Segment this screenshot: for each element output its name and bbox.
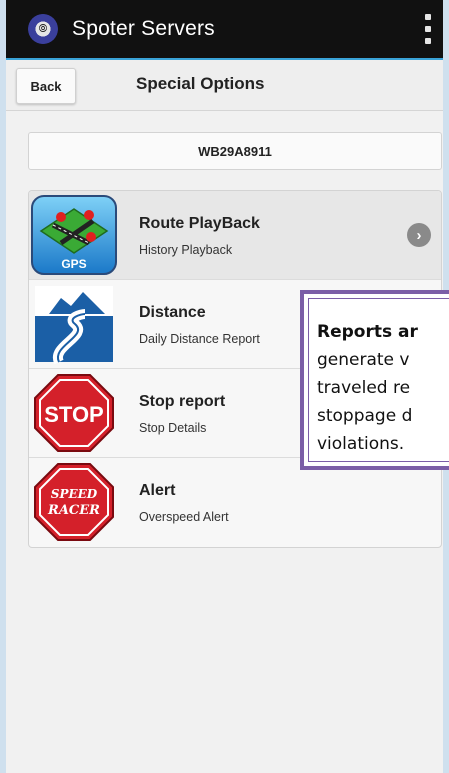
- speed-racer-icon: SPEED RACER: [31, 462, 117, 542]
- racer-icon-label: RACER: [47, 503, 100, 518]
- option-title: Stop report: [139, 393, 226, 410]
- page-title: Special Options: [136, 74, 265, 93]
- option-title: Route PlayBack: [139, 215, 260, 232]
- gps-icon-label: GPS: [61, 257, 86, 271]
- callout-lead: Reports ar: [317, 322, 418, 342]
- app-bar: ⦾ Spoter Servers: [6, 0, 443, 60]
- option-subtitle: Overspeed Alert: [139, 510, 229, 524]
- option-alert[interactable]: SPEED RACER Alert Overspeed Alert: [29, 458, 441, 547]
- stop-icon-label: STOP: [44, 402, 104, 427]
- toolbar: Back Special Options: [6, 60, 443, 111]
- overflow-menu-icon[interactable]: [423, 14, 433, 44]
- back-button[interactable]: Back: [16, 68, 76, 104]
- callout-text: Reports ar generate v traveled re stoppa…: [317, 318, 449, 458]
- option-subtitle: Stop Details: [139, 421, 207, 435]
- option-route-playback[interactable]: GPS Route PlayBack History Playback ›: [29, 191, 441, 280]
- speed-icon-label: SPEED: [51, 487, 98, 501]
- spoter-logo-icon: ⦾: [28, 14, 58, 44]
- callout-line: generate v: [317, 350, 410, 370]
- option-title: Distance: [139, 304, 206, 321]
- road-distance-icon: [31, 284, 117, 365]
- callout-line: violations.: [317, 434, 405, 454]
- gps-map-icon: GPS: [31, 195, 117, 275]
- stop-sign-icon: STOP: [31, 373, 117, 453]
- app-title: Spoter Servers: [72, 17, 215, 40]
- annotation-callout: Reports ar generate v traveled re stoppa…: [300, 290, 449, 470]
- vehicle-number-field[interactable]: WB29A8911: [28, 132, 442, 170]
- callout-line: traveled re: [317, 378, 411, 398]
- callout-line: stoppage d: [317, 406, 413, 426]
- option-subtitle: History Playback: [139, 243, 233, 257]
- option-title: Alert: [139, 482, 176, 499]
- chevron-right-icon[interactable]: ›: [407, 223, 431, 247]
- option-subtitle: Daily Distance Report: [139, 332, 260, 346]
